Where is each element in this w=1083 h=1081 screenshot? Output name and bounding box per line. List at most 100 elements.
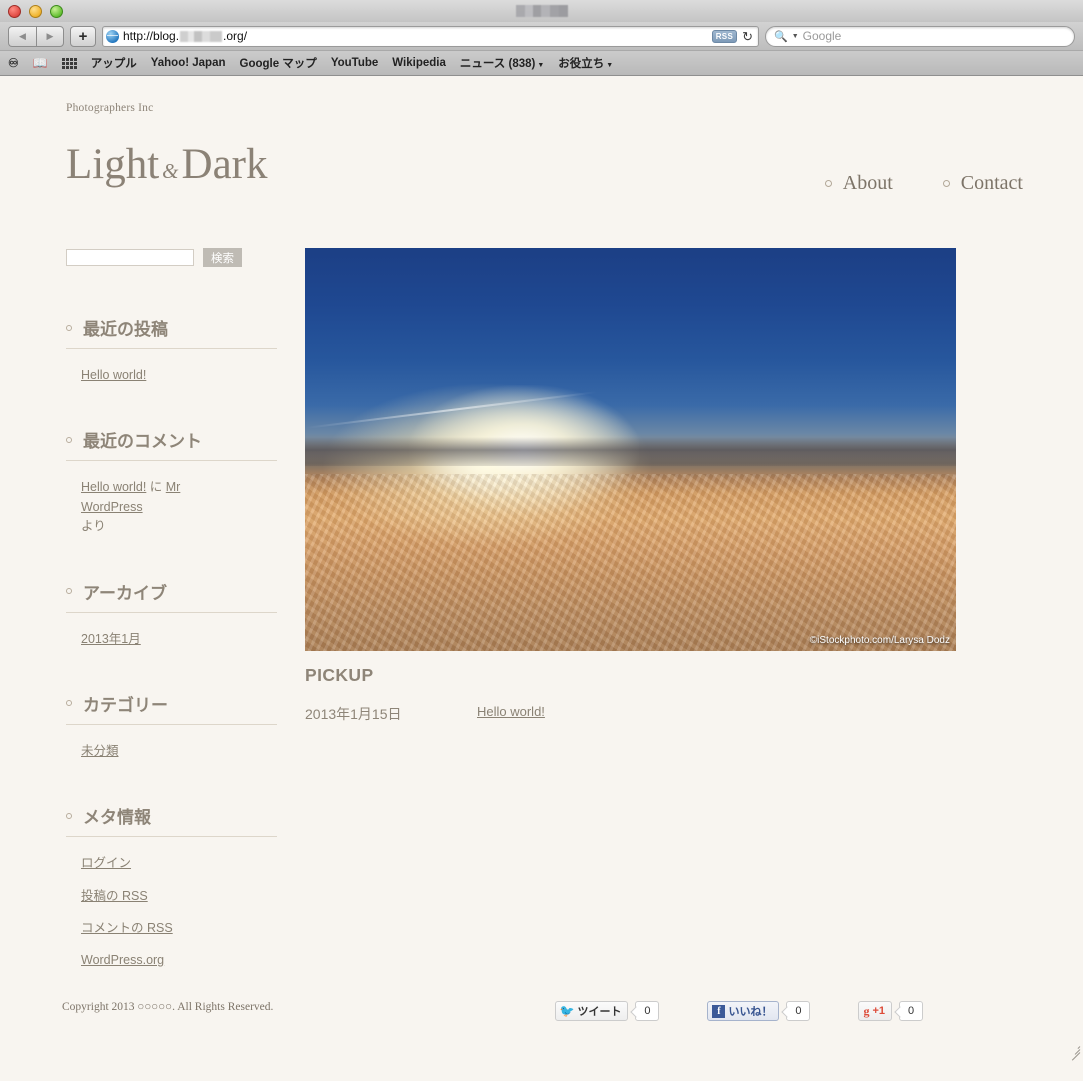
- globe-icon: [106, 29, 119, 43]
- forward-arrow-icon[interactable]: ▶: [36, 25, 64, 47]
- list-item: Hello world! に Mr WordPress より: [81, 478, 245, 536]
- bookmark-apple[interactable]: アップル: [91, 55, 137, 71]
- list-item: 未分類: [81, 742, 245, 761]
- bookmark-wikipedia[interactable]: Wikipedia: [392, 57, 446, 69]
- search-submit-button[interactable]: 検索: [203, 248, 242, 267]
- circle-bullet-icon: [942, 180, 950, 187]
- browser-toolbar: ◀ ▶ + http://blog. .org/ RSS ↻ 🔍 ▼ Googl…: [0, 22, 1083, 50]
- url-text: http://blog. .org/: [123, 29, 247, 43]
- bookmark-useful[interactable]: お役立ち ▼: [558, 55, 613, 71]
- browser-search-field[interactable]: 🔍 ▼ Google: [765, 25, 1075, 47]
- bookmark-google-maps[interactable]: Google マップ: [240, 55, 317, 71]
- bookmark-label: Yahoo! Japan: [150, 57, 226, 69]
- pickup-heading: PICKUP: [305, 665, 374, 685]
- browser-search-placeholder: Google: [802, 29, 842, 43]
- bookmarks-bar: ♾ 📖 アップル Yahoo! Japan Google マップ YouTube…: [0, 50, 1083, 75]
- meta-wordpress-link[interactable]: WordPress.org: [81, 953, 164, 967]
- url-suffix: .org/: [223, 29, 248, 43]
- new-tab-button[interactable]: +: [70, 25, 96, 47]
- chevron-down-icon: ▼: [606, 62, 614, 69]
- window-title-redacted: [515, 5, 568, 18]
- widget-list: 2013年1月: [66, 613, 245, 649]
- header-row: Light &Dark About Contact: [66, 114, 1083, 195]
- window-resize-grip[interactable]: [1067, 1041, 1081, 1061]
- sidebar: 検索 最近の投稿 Hello world! 最近のコメント Hello worl…: [0, 248, 277, 984]
- tweet-button-label: ツイート: [577, 1006, 622, 1018]
- facebook-like-widget: f いいね！ 0: [707, 1001, 811, 1021]
- googleplus-widget: g +1 0: [858, 1001, 923, 1021]
- cloud-texture: [305, 473, 956, 651]
- social-share-buttons: 🐦 ツイート 0 f いいね！ 0 g +1 0: [554, 1001, 923, 1021]
- facebook-like-button[interactable]: f いいね！: [707, 1001, 780, 1021]
- book-icon[interactable]: 📖: [33, 56, 48, 70]
- search-input[interactable]: [66, 249, 194, 266]
- meta-login-link[interactable]: ログイン: [81, 856, 131, 870]
- site-title-part2: Dark: [181, 141, 268, 188]
- top-sites-grid-icon[interactable]: [61, 57, 77, 69]
- circle-bullet-icon: [66, 436, 72, 443]
- nav-item-contact[interactable]: Contact: [942, 172, 1023, 195]
- rss-badge[interactable]: RSS: [711, 29, 738, 43]
- category-link[interactable]: 未分類: [81, 744, 119, 758]
- widget-list: 未分類: [66, 725, 245, 761]
- nav-item-about[interactable]: About: [824, 172, 893, 195]
- url-prefix: http://blog.: [123, 29, 180, 43]
- chevron-down-icon[interactable]: ▼: [792, 33, 799, 40]
- circle-bullet-icon: [66, 588, 72, 594]
- googleplus-plusone-button[interactable]: g +1: [858, 1001, 892, 1021]
- bookmark-youtube[interactable]: YouTube: [331, 57, 378, 69]
- widget-categories: カテゴリー 未分類: [66, 691, 277, 761]
- widget-meta: メタ情報 ログイン 投稿の RSS コメントの RSS WordPress.or…: [66, 803, 277, 971]
- list-item: ログイン: [81, 854, 245, 873]
- widget-recent-posts: 最近の投稿 Hello world!: [66, 315, 277, 385]
- post-date: 2013年1月15日: [305, 706, 402, 722]
- facebook-like-count[interactable]: 0: [786, 1001, 811, 1021]
- widget-title-label: 最近のコメント: [83, 432, 202, 452]
- meta-entries-rss-link[interactable]: 投稿の RSS: [81, 889, 148, 903]
- archive-link[interactable]: 2013年1月: [81, 632, 141, 646]
- back-arrow-icon[interactable]: ◀: [8, 25, 36, 47]
- browser-titlebar: [0, 0, 1083, 22]
- post-title-link[interactable]: Hello world!: [477, 704, 545, 719]
- cloud-band: [305, 437, 956, 466]
- window-title: [0, 5, 1083, 18]
- circle-bullet-icon: [66, 812, 72, 819]
- googleplus-count[interactable]: 0: [899, 1001, 923, 1021]
- comment-suffix: より: [81, 519, 106, 534]
- widget-list: Hello world! に Mr WordPress より: [66, 461, 245, 536]
- circle-bullet-icon: [824, 180, 832, 187]
- post-title: Hello world!: [477, 704, 545, 724]
- main-content: ©iStockphoto.com/Larysa Dodz PICKUP 2013…: [245, 248, 1083, 984]
- url-redacted-segment: [180, 30, 223, 42]
- widget-title-label: メタ情報: [83, 808, 151, 828]
- circle-bullet-icon: [66, 700, 72, 707]
- site-title-ampersand: &: [162, 159, 179, 183]
- address-bar[interactable]: http://blog. .org/ RSS ↻: [102, 25, 759, 47]
- search-icon: 🔍: [774, 30, 788, 43]
- reload-icon[interactable]: ↻: [742, 30, 753, 43]
- recent-post-link[interactable]: Hello world!: [81, 368, 146, 382]
- comment-particle: に: [146, 480, 166, 495]
- bookmark-news[interactable]: ニュース (838) ▼: [460, 55, 544, 71]
- bookmark-label: Wikipedia: [392, 57, 446, 69]
- bookmark-yahoo-japan[interactable]: Yahoo! Japan: [151, 57, 226, 69]
- page-content: 検索 最近の投稿 Hello world! 最近のコメント Hello worl…: [0, 195, 1083, 984]
- main-navigation: About Contact: [824, 172, 1023, 195]
- tweet-count[interactable]: 0: [635, 1001, 660, 1021]
- reading-glasses-icon[interactable]: ♾: [8, 56, 19, 70]
- comment-post-link[interactable]: Hello world!: [81, 480, 146, 494]
- bookmark-label: YouTube: [330, 57, 379, 69]
- bookmark-label: Google マップ: [239, 58, 317, 70]
- photo-credit: ©iStockphoto.com/Larysa Dodz: [809, 635, 950, 646]
- nav-label: About: [842, 172, 893, 194]
- site-title[interactable]: Light &Dark: [66, 143, 267, 186]
- navigation-buttons[interactable]: ◀ ▶: [8, 25, 64, 47]
- site-title-part1: Light: [66, 141, 160, 188]
- address-bar-actions: RSS ↻: [711, 29, 755, 43]
- twitter-share-widget: 🐦 ツイート 0: [554, 1001, 660, 1021]
- list-item: コメントの RSS: [81, 919, 245, 938]
- meta-comments-rss-link[interactable]: コメントの RSS: [81, 921, 173, 935]
- tweet-button[interactable]: 🐦 ツイート: [554, 1001, 629, 1021]
- web-page: Photographers Inc Light &Dark About Conta…: [0, 76, 1083, 1061]
- circle-bullet-icon: [66, 324, 72, 331]
